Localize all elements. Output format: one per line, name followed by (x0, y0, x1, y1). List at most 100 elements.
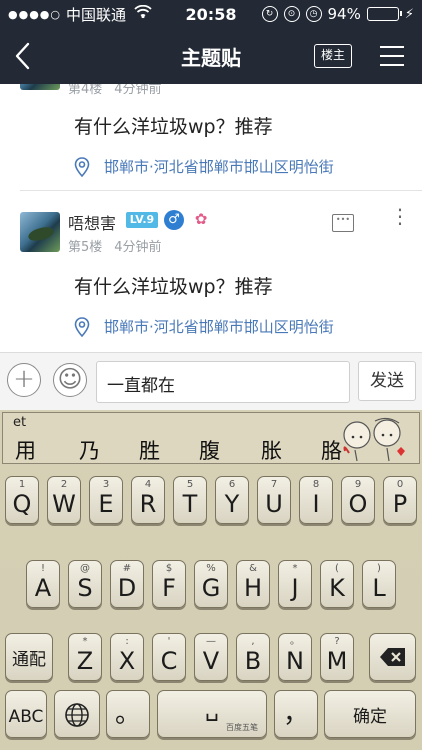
wildcard-key-label: 通配 (12, 650, 46, 670)
language-switch-key[interactable] (54, 690, 100, 738)
smiley-icon: ☺ (57, 365, 83, 393)
key-label: X (118, 647, 136, 675)
key-q[interactable]: 1Q (5, 476, 39, 524)
backspace-key[interactable] (369, 633, 416, 681)
key-label: Q (12, 490, 32, 518)
key-t[interactable]: 5T (173, 476, 207, 524)
key-e[interactable]: 3E (89, 476, 123, 524)
candidate[interactable]: 用 (15, 435, 36, 465)
key-secondary-label: 6 (228, 479, 236, 490)
key-label: G (201, 574, 221, 602)
reply-input-bar: + ☺ 一直都在 发送 (0, 352, 422, 410)
key-j[interactable]: * J (278, 560, 312, 608)
key-label: W (52, 490, 76, 518)
location-pin-icon (74, 156, 90, 177)
avatar[interactable] (20, 84, 60, 90)
menu-button[interactable] (380, 45, 404, 67)
post-meta: 第5楼 4分钟前 (68, 236, 162, 255)
key-secondary-label: 8 (312, 479, 320, 490)
username[interactable]: 唔想害 (68, 210, 116, 234)
battery-icon (366, 7, 402, 21)
abc-switch-key[interactable]: ABC (5, 690, 47, 738)
key-b[interactable]: ,B (236, 633, 270, 681)
key-x[interactable]: :X (110, 633, 144, 681)
comma-key[interactable]: ， (274, 690, 318, 738)
key-z[interactable]: * Z (68, 633, 102, 681)
send-button[interactable]: 发送 (358, 361, 416, 401)
key-label: N (286, 647, 304, 675)
space-key[interactable]: ␣ 百度五笔 (157, 690, 267, 738)
candidate-bar: et 用 乃 胜 腹 胀 胳 (2, 412, 420, 464)
key-secondary-label: 5 (186, 479, 194, 490)
key-secondary-label: # (122, 563, 132, 574)
period-key[interactable]: 。 (106, 690, 150, 738)
menu-icon (380, 46, 404, 48)
key-o[interactable]: 9O (341, 476, 375, 524)
ime-brand-label: 百度五笔 (226, 723, 258, 732)
key-label: J (291, 574, 299, 602)
key-a[interactable]: ! A (26, 560, 60, 608)
medal-badge-icon: ✿ (194, 210, 208, 228)
key-r[interactable]: 4R (131, 476, 165, 524)
key-p[interactable]: 0P (383, 476, 417, 524)
key-secondary-label: 7 (270, 479, 278, 490)
key-n[interactable]: 。 N (278, 633, 312, 681)
more-options-icon[interactable]: ⋮ (390, 206, 410, 226)
candidate[interactable]: 腹 (199, 435, 220, 465)
candidate[interactable]: 胜 (139, 435, 160, 465)
emoji-button[interactable]: ☺ (53, 363, 87, 397)
key-c[interactable]: ' C (152, 633, 186, 681)
key-label: P (392, 490, 408, 518)
key-l[interactable]: ) L (362, 560, 396, 608)
key-v[interactable]: — V (194, 633, 228, 681)
key-label: M (326, 647, 348, 675)
candidate[interactable]: 胀 (261, 435, 282, 465)
key-secondary-label: — (206, 636, 216, 647)
key-secondary-label: 3 (102, 479, 110, 490)
confirm-key[interactable]: 确定 (324, 690, 416, 738)
key-k[interactable]: (K (320, 560, 354, 608)
keyboard-skin-cartoon-icon (343, 417, 405, 462)
wildcard-key[interactable]: 通配 (5, 633, 53, 681)
key-w[interactable]: 2W (47, 476, 81, 524)
avatar[interactable] (20, 212, 60, 252)
key-f[interactable]: $ F (152, 560, 186, 608)
page-title: 主题贴 (181, 46, 241, 70)
key-secondary-label: 。 (290, 636, 300, 647)
post-content: 有什么洋垃圾wp？推荐 (74, 276, 273, 298)
key-label: F (162, 574, 176, 602)
key-y[interactable]: 6Y (215, 476, 249, 524)
owner-only-button[interactable]: 楼主 (314, 44, 352, 68)
battery-percent: 94% (327, 5, 361, 23)
key-secondary-label: & (249, 563, 257, 574)
key-u[interactable]: 7U (257, 476, 291, 524)
key-label: K (329, 574, 345, 602)
reply-input[interactable]: 一直都在 (96, 361, 350, 403)
key-label: E (98, 490, 114, 518)
key-h[interactable]: & H (236, 560, 270, 608)
key-d[interactable]: # D (110, 560, 144, 608)
key-secondary-label: : (125, 636, 129, 647)
key-i[interactable]: 8I (299, 476, 333, 524)
key-g[interactable]: % G (194, 560, 228, 608)
key-s[interactable]: @ S (68, 560, 102, 608)
key-secondary-label: @ (80, 563, 90, 574)
key-label: D (117, 574, 137, 602)
key-secondary-label: , (251, 636, 255, 647)
backspace-icon (379, 648, 405, 666)
post-location[interactable]: 邯郸市·河北省邯郸市邯山区明怡街 (74, 156, 334, 177)
key-label: L (372, 574, 386, 602)
key-secondary-label: ! (40, 563, 45, 574)
sync-icon: ↻ (261, 6, 278, 22)
key-label: C (160, 647, 178, 675)
key-secondary-label: ' (167, 636, 171, 647)
post-time: 4分钟前 (114, 240, 162, 255)
reply-icon[interactable]: ••• (332, 214, 354, 232)
key-secondary-label: 0 (396, 479, 404, 490)
post-list[interactable]: 第4楼 4分钟前 有什么洋垃圾wp？推荐 邯郸市·河北省邯郸市邯山区明怡街 唔想害… (0, 84, 422, 352)
post-location[interactable]: 邯郸市·河北省邯郸市邯山区明怡街 (74, 316, 334, 337)
key-m[interactable]: ? M (320, 633, 354, 681)
add-attachment-button[interactable]: + (7, 363, 41, 397)
key-secondary-label: $ (165, 563, 173, 574)
candidate[interactable]: 乃 (79, 435, 100, 465)
